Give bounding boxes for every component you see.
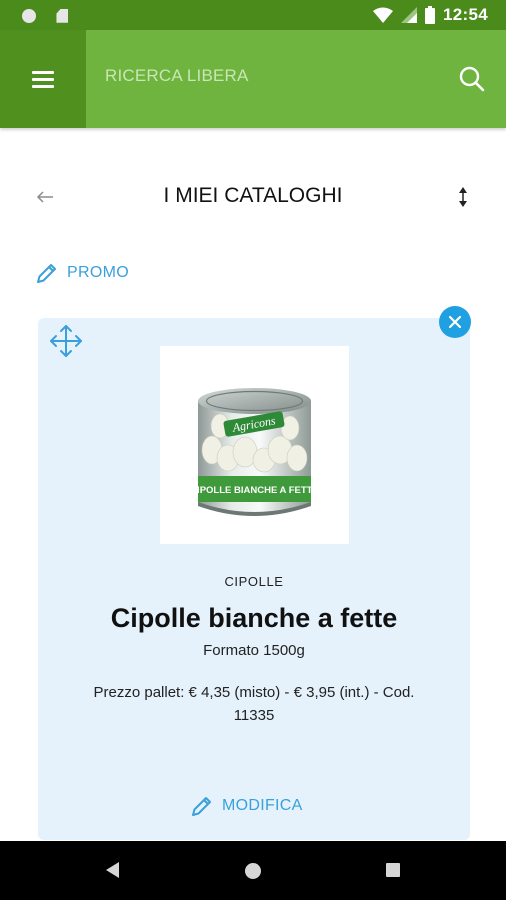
- search-icon[interactable]: [458, 65, 486, 93]
- status-right: 12:54: [373, 4, 488, 26]
- status-time: 12:54: [443, 5, 488, 24]
- menu-button[interactable]: [0, 30, 86, 128]
- can-label: CIPOLLE BIANCHE A FETTE: [190, 485, 319, 496]
- product-format: Formato 1500g: [203, 642, 305, 659]
- system-nav-bar: [0, 841, 506, 900]
- nav-recent-icon[interactable]: [386, 863, 400, 877]
- product-price: Prezzo pallet: € 4,35 (misto) - € 3,95 (…: [93, 684, 415, 724]
- hamburger-menu-icon: [32, 67, 54, 92]
- pencil-icon: [37, 264, 56, 283]
- promo-link[interactable]: PROMO: [35, 261, 129, 285]
- nav-back-icon[interactable]: [105, 861, 121, 879]
- promo-label: PROMO: [67, 264, 129, 281]
- signal-icon: [401, 7, 418, 23]
- pencil-icon: [192, 797, 211, 816]
- close-card-button[interactable]: [439, 306, 471, 338]
- wifi-icon: [373, 7, 394, 23]
- product-image: Agricons CIPOLLE BIANCHE A FETTE: [160, 346, 349, 544]
- status-bar: 12:54: [0, 0, 506, 30]
- page-title: I MIEI CATALOGHI: [163, 184, 343, 207]
- modify-link[interactable]: MODIFICA: [190, 794, 303, 818]
- search-field[interactable]: RICERCA LIBERA: [105, 66, 249, 86]
- move-icon[interactable]: [48, 323, 84, 359]
- battery-icon: [425, 6, 436, 24]
- product-category: CIPOLLE: [224, 574, 284, 589]
- product-name: Cipolle bianche a fette: [110, 603, 398, 633]
- modify-label: MODIFICA: [222, 797, 303, 814]
- app-bar: RICERCA LIBERA: [0, 30, 506, 128]
- sort-vertical-icon[interactable]: [456, 186, 470, 208]
- close-icon: [448, 315, 462, 329]
- product-card[interactable]: Agricons CIPOLLE BIANCHE A FETTE CIPOLLE…: [38, 318, 470, 840]
- status-left: [22, 7, 69, 25]
- nav-home-icon[interactable]: [245, 863, 261, 879]
- notification-dot-icon: [22, 8, 36, 23]
- product-can-image: Agricons CIPOLLE BIANCHE A FETTE: [190, 388, 319, 516]
- sim-card-icon: [56, 8, 69, 23]
